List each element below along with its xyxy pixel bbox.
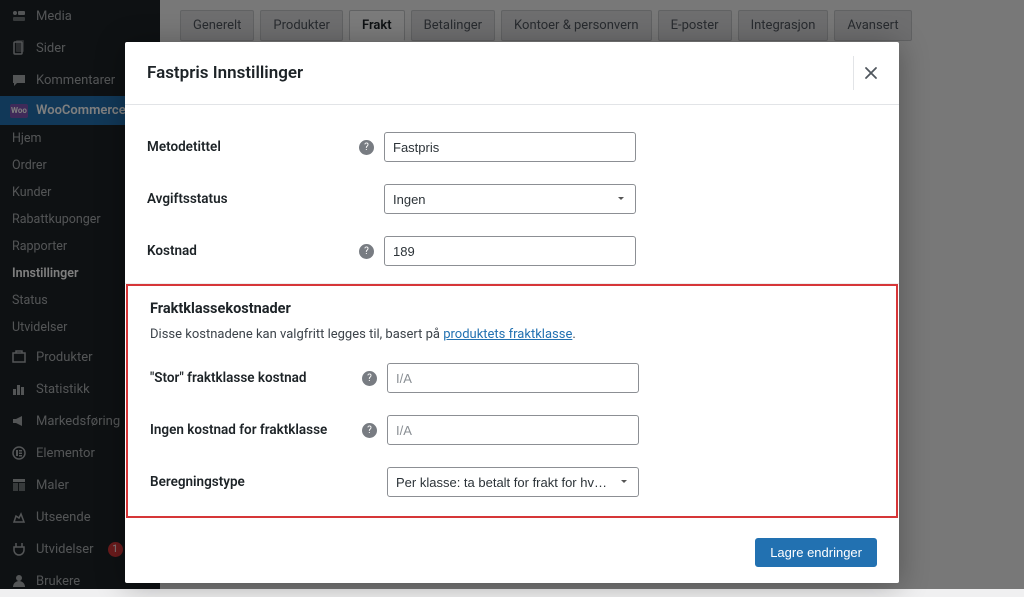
close-icon xyxy=(864,66,878,80)
row-beregningstype: Beregningstype Per klasse: ta betalt for… xyxy=(128,456,896,508)
label-metodetittel: Metodetittel xyxy=(147,139,359,155)
fraktklasse-section: Fraktklassekostnader Disse kostnadene ka… xyxy=(126,284,898,518)
close-button[interactable] xyxy=(853,56,887,90)
row-avgiftstatus: Avgiftsstatus Ingen xyxy=(125,173,899,225)
label-avgiftstatus: Avgiftsstatus xyxy=(147,191,359,207)
help-icon[interactable]: ? xyxy=(359,244,374,259)
label-kostnad: Kostnad xyxy=(147,243,359,259)
modal-header: Fastpris Innstillinger xyxy=(125,42,899,105)
help-icon[interactable]: ? xyxy=(362,371,377,386)
row-stor-fraktklasse: "Stor" fraktklasse kostnad ? xyxy=(128,352,896,404)
section-heading: Fraktklassekostnader xyxy=(128,296,896,323)
row-ingen-fraktklasse: Ingen kostnad for fraktklasse ? xyxy=(128,404,896,456)
help-icon[interactable]: ? xyxy=(362,423,377,438)
input-ingen-fraktklasse[interactable] xyxy=(387,415,639,445)
label-beregning: Beregningstype xyxy=(150,474,362,490)
select-beregningstype[interactable]: Per klasse: ta betalt for frakt for hver… xyxy=(387,467,639,497)
modal-title: Fastpris Innstillinger xyxy=(147,63,303,83)
select-avgiftstatus[interactable]: Ingen xyxy=(384,184,636,214)
input-metodetittel[interactable] xyxy=(384,132,636,162)
modal-overlay[interactable]: Fastpris Innstillinger Metodetittel ? Av… xyxy=(0,0,1024,589)
label-stor: "Stor" fraktklasse kostnad xyxy=(150,370,362,386)
modal-body: Metodetittel ? Avgiftsstatus Ingen Kostn… xyxy=(125,105,899,526)
row-metodetittel: Metodetittel ? xyxy=(125,121,899,173)
input-stor-fraktklasse[interactable] xyxy=(387,363,639,393)
row-kostnad: Kostnad ? xyxy=(125,225,899,277)
input-kostnad[interactable] xyxy=(384,236,636,266)
settings-modal: Fastpris Innstillinger Metodetittel ? Av… xyxy=(125,42,899,583)
link-fraktklasse[interactable]: produktets fraktklasse xyxy=(443,327,572,342)
save-button[interactable]: Lagre endringer xyxy=(755,538,877,567)
label-ingen: Ingen kostnad for fraktklasse xyxy=(150,422,362,438)
section-description: Disse kostnadene kan valgfritt legges ti… xyxy=(128,323,896,352)
help-icon[interactable]: ? xyxy=(359,140,374,155)
modal-footer: Lagre endringer xyxy=(125,526,899,583)
